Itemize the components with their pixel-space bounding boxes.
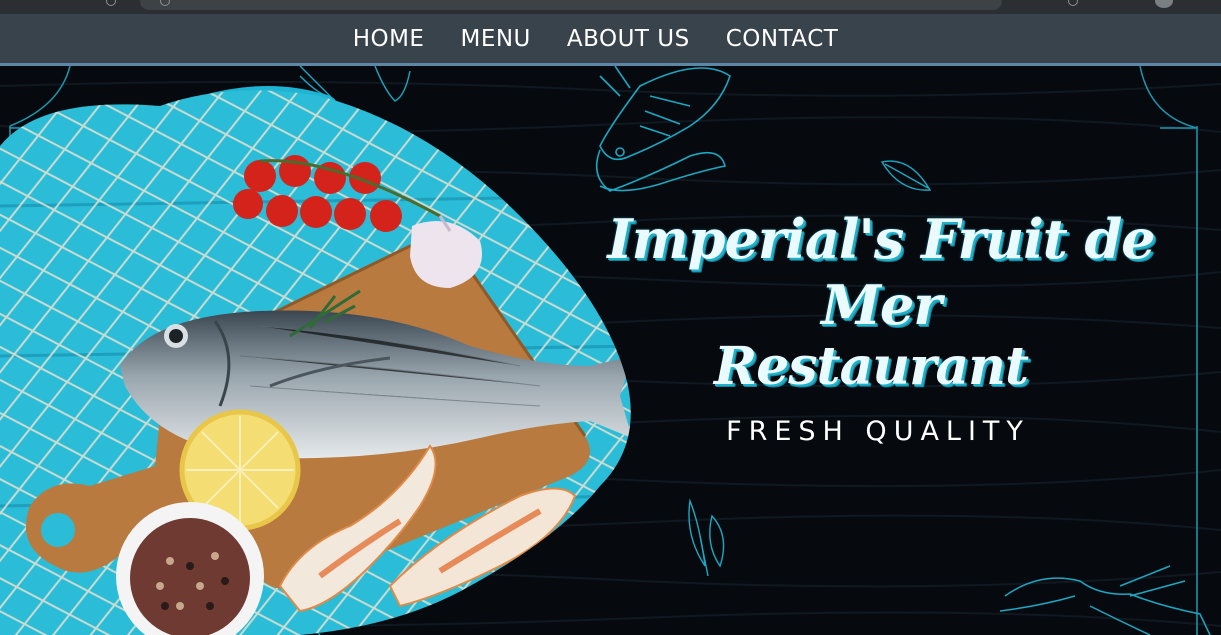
nav-link-about-us[interactable]: ABOUT US	[567, 26, 690, 52]
profile-avatar[interactable]	[1155, 0, 1173, 8]
hero-tagline: FRESH QUALITY	[726, 416, 1030, 447]
seafood-platter-image	[0, 86, 631, 635]
restaurant-name-line1: Imperial's Fruit de Mer	[607, 207, 1155, 337]
restaurant-name-line2: Restaurant	[713, 336, 1029, 397]
nav-link-home[interactable]: HOME	[353, 26, 425, 52]
hero-title-block: Imperial's Fruit de Mer Restaurant FRESH…	[566, 206, 1196, 447]
address-bar[interactable]	[140, 0, 1002, 10]
nav-link-contact[interactable]: CONTACT	[726, 26, 839, 52]
main-navbar: HOME MENU ABOUT US CONTACT	[0, 14, 1221, 66]
reload-icon[interactable]	[106, 0, 116, 6]
nav-link-menu[interactable]: MENU	[460, 26, 530, 52]
hero-section: Imperial's Fruit de Mer Restaurant FRESH…	[0, 66, 1221, 635]
leaf-sketch-icon	[688, 498, 725, 577]
browser-toolbar	[0, 0, 1221, 14]
leaf-sketch-icon	[880, 160, 932, 191]
extension-icon[interactable]	[1068, 0, 1078, 6]
